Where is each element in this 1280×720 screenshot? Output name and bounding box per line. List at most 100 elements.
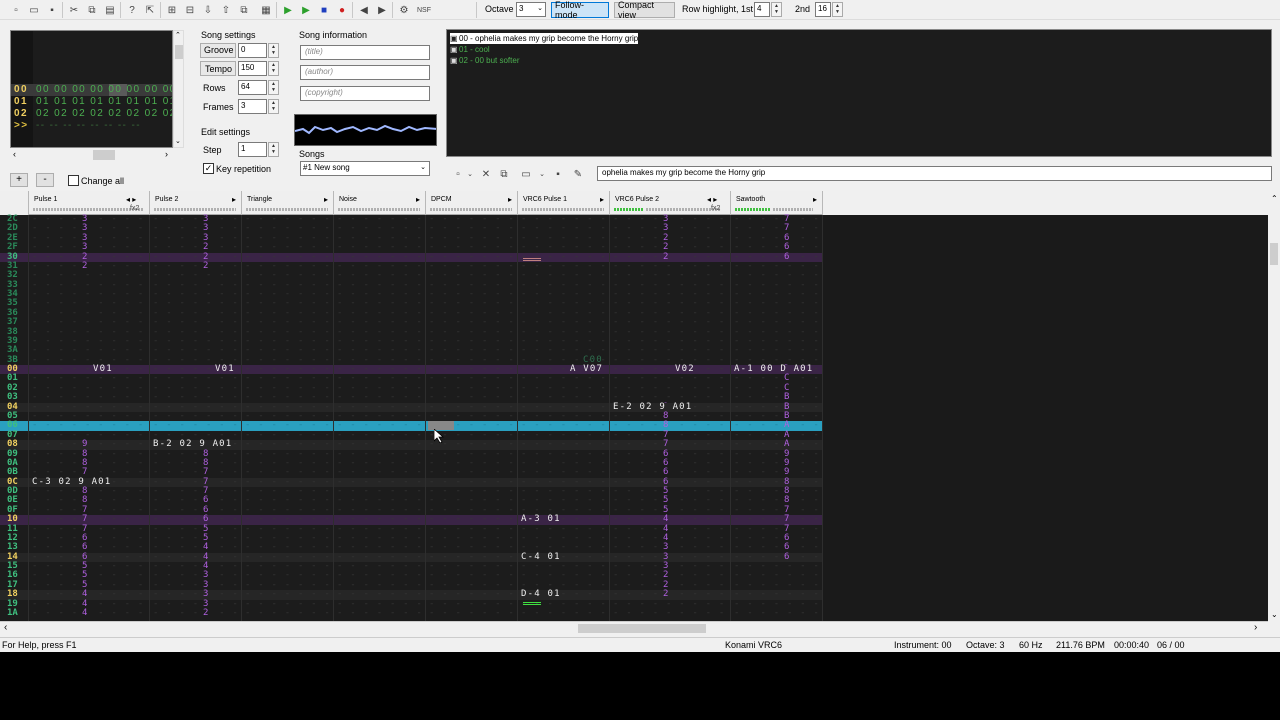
instrument-name-input[interactable]: ophelia makes my grip become the Horny g… [597, 166, 1272, 181]
step-input[interactable]: 1 [238, 142, 267, 157]
instrument-list[interactable]: ▣00 - ophelia makes my grip become the H… [446, 29, 1272, 157]
column-expand-icon[interactable]: ▸ [508, 195, 512, 204]
song-author-input[interactable]: (author) [300, 65, 430, 80]
frame-row[interactable]: >> -- -- -- -- -- -- -- -- [11, 120, 172, 132]
pattern-cell[interactable]: 3 [203, 590, 210, 600]
frame-editor[interactable]: 00 00 00 00 00 00 00 00 00 01 01 01 01 01 0… [10, 30, 173, 148]
pattern-cell[interactable]: 2 [663, 243, 670, 253]
paste-icon[interactable]: ▤ [102, 2, 118, 18]
song-title-input[interactable]: (title) [300, 45, 430, 60]
pattern-cell[interactable]: A-3 01 [521, 515, 561, 525]
copy-icon[interactable]: ⧉ [84, 2, 100, 18]
octave-select[interactable]: 3 ⌄ [516, 2, 546, 17]
column-expand-icon[interactable]: ◂ ▸ [707, 195, 717, 204]
pattern-hscroll-thumb[interactable] [578, 624, 706, 633]
song-copyright-input[interactable]: (copyright) [300, 86, 430, 101]
frames-spinner[interactable]: ▲ ▼ [268, 99, 279, 114]
groove-toggle-button[interactable]: Groove [200, 43, 236, 58]
change-all-checkbox[interactable] [68, 175, 79, 186]
follow-mode-button[interactable]: Follow-mode [551, 0, 609, 20]
context-help-icon[interactable]: ⇱ [142, 2, 158, 18]
pattern-cell[interactable]: 4 [82, 590, 89, 600]
channel-header-3[interactable]: Noise ▸ [334, 191, 426, 215]
instrument-item[interactable]: ▣01 - cool [450, 44, 490, 55]
channel-header-0[interactable]: Pulse 1 fx2 ◂ ▸ [29, 191, 150, 215]
add-frame-button[interactable]: + [10, 173, 28, 187]
row-highlight-2nd-spinner[interactable]: ▲ ▼ [832, 2, 843, 17]
chevron-down-icon[interactable]: ⌄ [175, 137, 181, 145]
pattern-vertical-scrollbar[interactable]: ⌃ ⌄ [1268, 191, 1280, 621]
pattern-cell[interactable]: B [784, 393, 791, 403]
pattern-cell[interactable]: 9 [784, 468, 791, 478]
pattern-row[interactable]: 1A - - - - - - - - -- - - - - - -- - - - … [0, 608, 823, 618]
pattern-cell[interactable]: 9 [82, 440, 89, 450]
duplicate-frame-icon[interactable]: ⧉ [236, 2, 252, 18]
settings-icon[interactable]: ⚙ [396, 2, 412, 18]
module-properties-icon[interactable]: ▦ [258, 2, 274, 18]
load-instrument-icon[interactable]: ▭ [518, 166, 534, 182]
channel-header-5[interactable]: VRC6 Pulse 1 ▸ [518, 191, 610, 215]
pattern-cell[interactable]: 7 [663, 440, 670, 450]
frame-row[interactable]: 02 02 02 02 02 02 02 02 02 [11, 108, 172, 120]
edit-instrument-icon[interactable]: ✎ [570, 166, 586, 182]
tempo-spinner[interactable]: ▲ ▼ [268, 61, 279, 76]
chevron-right-icon[interactable]: › [1254, 622, 1257, 633]
pattern-rows[interactable]: 2C - - - - - - - - -- - - - - - -- - - - … [0, 215, 823, 621]
frame-hscroll-thumb[interactable] [93, 150, 115, 160]
stop-icon[interactable]: ■ [316, 2, 332, 18]
pattern-cell[interactable]: 4 [82, 608, 89, 618]
pattern-cell[interactable]: B-2 02 9 A01 [153, 440, 233, 450]
pattern-cell[interactable]: 3 [663, 543, 670, 553]
pattern-cell[interactable]: 4 [203, 543, 210, 553]
pattern-cell[interactable]: 7 [203, 468, 210, 478]
pattern-cell[interactable]: A [784, 440, 791, 450]
previous-song-icon[interactable]: ◀ [356, 2, 372, 18]
chevron-up-icon[interactable]: ⌃ [1271, 194, 1278, 203]
column-expand-icon[interactable]: ▸ [600, 195, 604, 204]
frame-pattern-cells[interactable]: -- -- -- -- -- -- -- -- [36, 120, 141, 132]
frame-horizontal-scrollbar[interactable]: ‹ › [10, 148, 173, 162]
pattern-cell[interactable]: D-4 01 [521, 590, 561, 600]
groove-spinner[interactable]: ▲ ▼ [268, 43, 279, 58]
frame-row[interactable]: 00 00 00 00 00 00 00 00 00 [11, 84, 172, 96]
pattern-horizontal-scrollbar[interactable]: ‹ › [0, 621, 1268, 635]
column-expand-icon[interactable]: ▸ [416, 195, 420, 204]
pattern-cell[interactable]: 2 [203, 608, 210, 618]
chevron-down-icon[interactable]: ⌄ [1271, 610, 1278, 619]
song-select[interactable]: #1 New song ⌄ [300, 161, 430, 176]
channel-header-7[interactable]: Sawtooth ▸ [731, 191, 823, 215]
chevron-right-icon[interactable]: › [165, 149, 168, 159]
pattern-cell[interactable]: 7 [784, 515, 791, 525]
groove-input[interactable]: 0 [238, 43, 267, 58]
remove-instrument-icon[interactable]: ✕ [478, 166, 494, 182]
next-song-icon[interactable]: ▶ [374, 2, 390, 18]
new-file-icon[interactable]: ▫ [8, 2, 24, 18]
play-icon[interactable]: ▶ [280, 2, 296, 18]
chevron-left-icon[interactable]: ‹ [4, 622, 7, 633]
pattern-cell[interactable]: 6 [784, 243, 791, 253]
column-expand-icon[interactable]: ▸ [813, 195, 817, 204]
save-file-icon[interactable]: ▪ [44, 2, 60, 18]
pattern-cell[interactable]: 4 [663, 515, 670, 525]
nsf-export-icon[interactable]: NSF [416, 2, 432, 18]
column-expand-icon[interactable]: ▸ [324, 195, 328, 204]
save-instrument-icon[interactable]: ▪ [550, 166, 566, 182]
frame-pattern-cells[interactable]: 01 01 01 01 01 01 01 01 [36, 96, 172, 108]
pattern-cell[interactable]: 6 [82, 543, 89, 553]
remove-frame-button[interactable]: - [36, 173, 54, 187]
compact-view-button[interactable]: Compact view [614, 0, 675, 20]
pattern-cell[interactable]: 6 [784, 543, 791, 553]
step-spinner[interactable]: ▲ ▼ [268, 142, 279, 157]
frame-pattern-cells[interactable]: 00 00 00 00 00 00 00 00 [36, 84, 172, 96]
move-frame-down-icon[interactable]: ⇩ [200, 2, 216, 18]
about-icon[interactable]: ? [124, 2, 140, 18]
open-file-icon[interactable]: ▭ [26, 2, 42, 18]
frame-row[interactable]: 01 01 01 01 01 01 01 01 01 [11, 96, 172, 108]
instrument-item[interactable]: ▣02 - 00 but softer [450, 55, 519, 66]
row-highlight-2nd-input[interactable]: 16 [815, 2, 831, 17]
frame-vertical-scrollbar[interactable]: ⌃ ⌄ [173, 30, 184, 148]
instrument-item[interactable]: ▣00 - ophelia makes my grip become the H… [450, 33, 639, 44]
pattern-cell[interactable]: 2 [663, 590, 670, 600]
key-repetition-checkbox[interactable]: ✓ [203, 163, 214, 174]
pattern-cell[interactable]: 6 [663, 468, 670, 478]
